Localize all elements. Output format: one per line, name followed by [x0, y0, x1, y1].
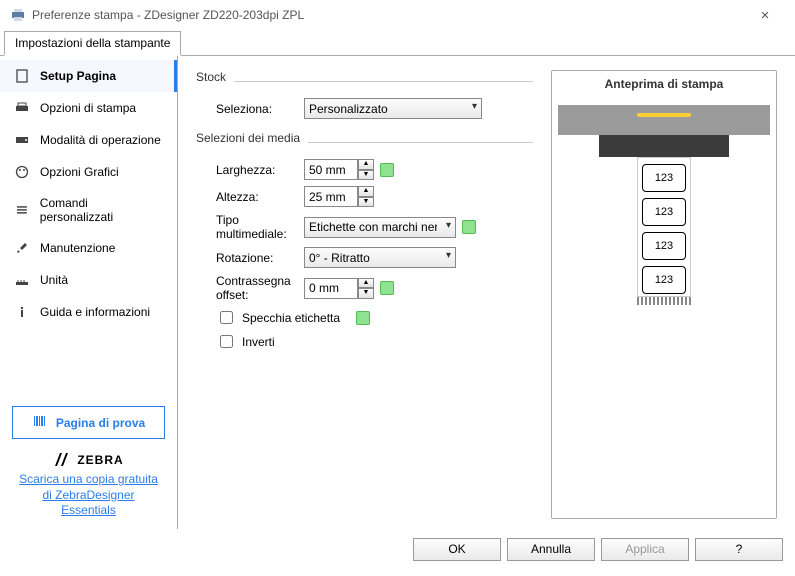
list-icon	[14, 202, 30, 218]
preview-label: 123	[642, 164, 686, 192]
sidebar: Setup Pagina Opzioni di stampa Modalità …	[0, 56, 178, 529]
mode-icon	[14, 132, 30, 148]
preview-title: Anteprima di stampa	[552, 71, 776, 97]
sidebar-item-units[interactable]: Unità	[0, 264, 177, 296]
nav-list: Setup Pagina Opzioni di stampa Modalità …	[0, 56, 177, 332]
sidebar-item-label: Opzioni di stampa	[40, 101, 136, 115]
stock-group-title: Stock	[196, 70, 226, 84]
sidebar-item-operation-mode[interactable]: Modalità di operazione	[0, 124, 177, 156]
width-label: Larghezza:	[196, 163, 304, 177]
height-up[interactable]: ▲	[358, 186, 374, 197]
hint-icon[interactable]	[380, 163, 394, 177]
download-link[interactable]: Scarica una copia gratuita di ZebraDesig…	[10, 472, 167, 519]
preview-tape-end	[637, 297, 691, 305]
ruler-icon	[14, 272, 30, 288]
window-title: Preferenze stampa - ZDesigner ZD220-203d…	[32, 8, 745, 22]
brand-block: ZEBRA Scarica una copia gratuita di Zebr…	[0, 445, 177, 529]
stock-select-label: Seleziona:	[196, 102, 304, 116]
titlebar: Preferenze stampa - ZDesigner ZD220-203d…	[0, 0, 795, 30]
sidebar-item-custom-commands[interactable]: Comandi personalizzati	[0, 188, 177, 232]
invert-checkbox[interactable]	[220, 335, 233, 348]
sidebar-item-label: Setup Pagina	[40, 69, 116, 83]
width-input[interactable]	[304, 159, 358, 180]
printer-icon	[10, 7, 26, 23]
rotation-select[interactable]: 0° - Ritratto	[304, 247, 456, 268]
sidebar-item-label: Unità	[40, 273, 68, 287]
sidebar-item-label: Comandi personalizzati	[40, 196, 163, 224]
sidebar-item-label: Opzioni Grafici	[40, 165, 119, 179]
printer-small-icon	[14, 100, 30, 116]
info-icon	[14, 304, 30, 320]
media-group-title: Selezioni dei media	[196, 131, 300, 145]
preview-label: 123	[642, 232, 686, 260]
sidebar-item-print-options[interactable]: Opzioni di stampa	[0, 92, 177, 124]
media-type-label: Tipo multimediale:	[196, 213, 304, 241]
sidebar-item-label: Guida e informazioni	[40, 305, 150, 319]
preview-label: 123	[642, 198, 686, 226]
tab-row: Impostazioni della stampante	[0, 30, 795, 55]
print-preview: Anteprima di stampa 123 123 123 123	[551, 70, 777, 519]
sidebar-item-page-setup[interactable]: Setup Pagina	[0, 60, 177, 92]
barcode-icon	[32, 413, 48, 432]
invert-label: Inverti	[242, 335, 275, 349]
preview-label-tape: 123 123 123 123	[637, 157, 691, 297]
brand-text: ZEBRA	[77, 453, 123, 467]
test-page-button[interactable]: Pagina di prova	[12, 406, 165, 439]
stock-select[interactable]: Personalizzato	[304, 98, 482, 119]
rotation-label: Rotazione:	[196, 251, 304, 265]
sidebar-item-help-info[interactable]: Guida e informazioni	[0, 296, 177, 328]
sidebar-item-label: Modalità di operazione	[40, 133, 161, 147]
mirror-label: Specchia etichetta	[242, 311, 340, 325]
offset-input[interactable]	[304, 278, 358, 299]
dialog-footer: OK Annulla Applica ?	[0, 529, 795, 569]
tab-printer-settings[interactable]: Impostazioni della stampante	[4, 31, 181, 56]
content-area: Stock Seleziona: Personalizzato Selezion…	[178, 56, 795, 529]
preview-body: 123 123 123 123	[552, 97, 776, 317]
sidebar-item-graphic-options[interactable]: Opzioni Grafici	[0, 156, 177, 188]
wrench-icon	[14, 240, 30, 256]
sidebar-item-label: Manutenzione	[40, 241, 115, 255]
apply-button[interactable]: Applica	[601, 538, 689, 561]
palette-icon	[14, 164, 30, 180]
preview-printer-top	[558, 105, 770, 135]
height-down[interactable]: ▼	[358, 197, 374, 208]
zebra-logo: ZEBRA	[53, 451, 123, 469]
ok-button[interactable]: OK	[413, 538, 501, 561]
media-type-select[interactable]: Etichette con marchi neri	[304, 217, 456, 238]
page-icon	[14, 68, 30, 84]
hint-icon[interactable]	[356, 311, 370, 325]
sidebar-item-maintenance[interactable]: Manutenzione	[0, 232, 177, 264]
height-input[interactable]	[304, 186, 358, 207]
help-button[interactable]: ?	[695, 538, 783, 561]
hint-icon[interactable]	[462, 220, 476, 234]
offset-label: Contrassegna offset:	[196, 274, 304, 302]
offset-down[interactable]: ▼	[358, 288, 374, 299]
test-page-label: Pagina di prova	[56, 416, 145, 430]
preview-label: 123	[642, 266, 686, 294]
height-label: Altezza:	[196, 190, 304, 204]
offset-up[interactable]: ▲	[358, 278, 374, 289]
hint-icon[interactable]	[380, 281, 394, 295]
close-icon[interactable]: ×	[745, 7, 785, 24]
mirror-checkbox[interactable]	[220, 311, 233, 324]
width-up[interactable]: ▲	[358, 159, 374, 170]
width-down[interactable]: ▼	[358, 170, 374, 181]
preview-printer-slot	[599, 133, 729, 157]
cancel-button[interactable]: Annulla	[507, 538, 595, 561]
